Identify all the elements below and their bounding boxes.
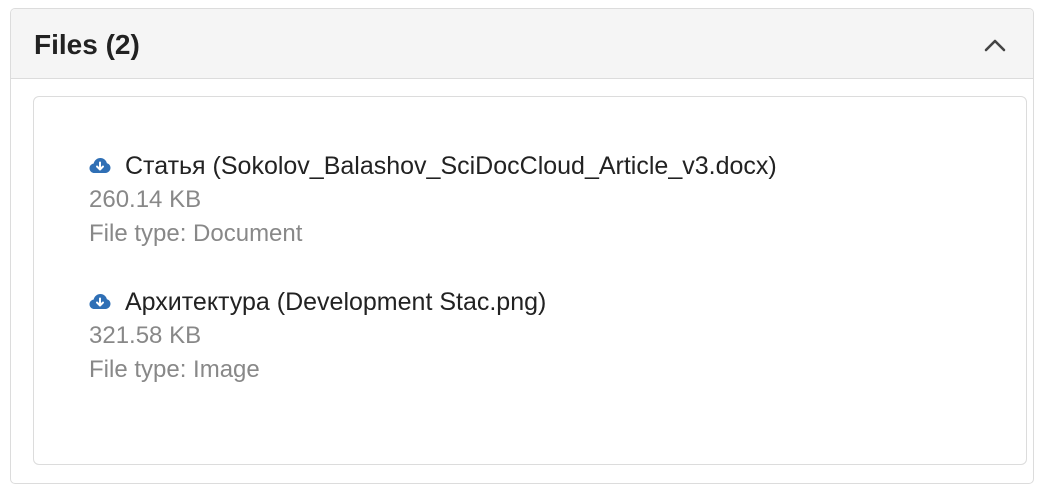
file-size: 321.58 KB bbox=[89, 322, 202, 349]
file-size: 260.14 KB bbox=[89, 186, 202, 213]
file-link[interactable]: Статья (Sokolov_Balashov_SciDocCloud_Art… bbox=[125, 149, 777, 183]
file-list: Статья (Sokolov_Balashov_SciDocCloud_Art… bbox=[89, 149, 777, 421]
file-type: File type: Document bbox=[89, 220, 303, 247]
file-link[interactable]: Архитектура (Development Stac.png) bbox=[125, 285, 546, 319]
files-panel: Files (2) Статья (Sokolov_Balashov_SciDo… bbox=[10, 8, 1034, 484]
file-name-row: Статья (Sokolov_Balashov_SciDocCloud_Art… bbox=[89, 149, 777, 183]
file-type: File type: Image bbox=[89, 356, 260, 383]
chevron-up-icon bbox=[984, 39, 1006, 52]
collapse-button[interactable] bbox=[977, 29, 1013, 61]
file-name-row: Архитектура (Development Stac.png) bbox=[89, 285, 777, 319]
file-item: Архитектура (Development Stac.png) 321.5… bbox=[89, 285, 777, 387]
panel-title: Files (2) bbox=[34, 29, 140, 60]
panel-body: Статья (Sokolov_Balashov_SciDocCloud_Art… bbox=[33, 96, 1027, 465]
cloud-download-icon[interactable] bbox=[89, 291, 111, 313]
cloud-download-icon[interactable] bbox=[89, 155, 111, 177]
file-item: Статья (Sokolov_Balashov_SciDocCloud_Art… bbox=[89, 149, 777, 251]
panel-header[interactable]: Files (2) bbox=[11, 9, 1033, 79]
